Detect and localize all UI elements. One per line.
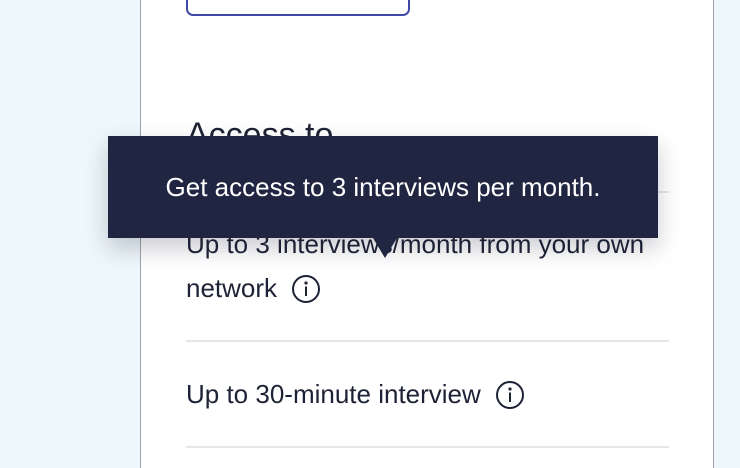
divider bbox=[186, 446, 669, 448]
feature-item-interview-length: Up to 30-minute interview bbox=[186, 372, 666, 416]
tooltip-arrow bbox=[373, 238, 397, 258]
info-icon[interactable] bbox=[291, 273, 321, 303]
divider bbox=[186, 340, 669, 342]
tooltip-text: Get access to 3 interviews per month. bbox=[165, 172, 601, 202]
plan-select-button[interactable] bbox=[186, 0, 410, 16]
info-icon[interactable] bbox=[495, 379, 525, 409]
feature-label: Up to 3 interviews/month from your own n… bbox=[186, 229, 645, 303]
tooltip: Get access to 3 interviews per month. bbox=[108, 136, 658, 258]
feature-label: Up to 30-minute interview bbox=[186, 379, 481, 409]
